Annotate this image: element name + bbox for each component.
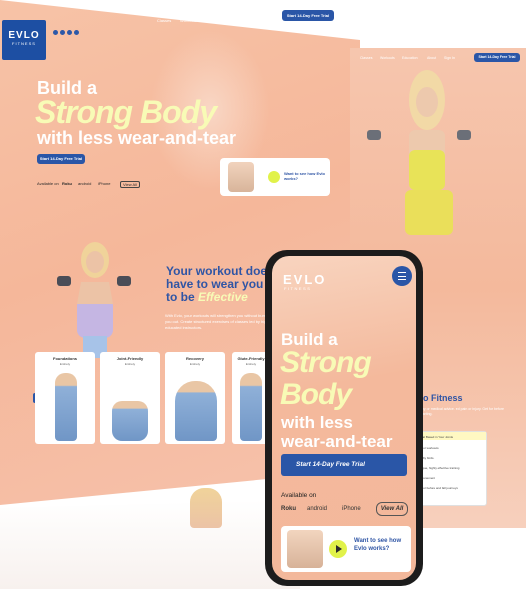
- class-card-recovery[interactable]: Recovery Entirety: [165, 352, 225, 444]
- youtube-icon[interactable]: [74, 30, 79, 35]
- video-card-text: Want to see how Evlo works?: [354, 538, 402, 552]
- logo-subtext: FITNESS: [12, 41, 36, 46]
- card-subtitle: Entirety: [59, 362, 71, 366]
- android-link[interactable]: android: [78, 181, 91, 186]
- card-title: Foundations: [53, 356, 77, 361]
- woman-dumbbells-image: [57, 242, 131, 358]
- panel-row: nique, highly effective training: [420, 466, 460, 470]
- card-subtitle: Entirety: [124, 362, 136, 366]
- desktop-footer-area: [0, 500, 300, 589]
- logo-text: EVLO: [8, 30, 40, 41]
- phone-logo[interactable]: EVLO: [283, 272, 326, 287]
- nav-about[interactable]: About: [231, 18, 241, 23]
- play-icon[interactable]: [329, 540, 347, 558]
- phone-hero-line3: with less wear-and-tear: [281, 413, 393, 451]
- phone-video-card[interactable]: Want to see how Evlo works?: [281, 526, 411, 572]
- android-link[interactable]: android: [307, 506, 327, 512]
- top-trial-button[interactable]: Start 14-Day Free Trial: [282, 10, 334, 21]
- class-card-foundations[interactable]: Foundations Entirety: [35, 352, 95, 444]
- view-all-link[interactable]: View All: [120, 181, 140, 188]
- desktop-logo[interactable]: EVLO FITNESS: [2, 20, 46, 60]
- nav-workouts[interactable]: Workouts: [180, 18, 197, 23]
- section2-paragraph: With Evlo, your workouts will strengthen…: [165, 313, 272, 330]
- iphone-link[interactable]: iPhone: [342, 506, 361, 512]
- facebook-icon[interactable]: [53, 30, 58, 35]
- phone-logo-subtext: FITNESS: [284, 286, 312, 291]
- hero-title-line3: with less wear-and-tear: [37, 128, 237, 148]
- instagram-icon[interactable]: [60, 30, 65, 35]
- video-thumbnail: [228, 162, 254, 192]
- card-image: [240, 373, 262, 441]
- card-title: Joint-Friendly: [116, 356, 144, 361]
- hamburger-menu-icon[interactable]: [392, 266, 412, 286]
- nav-classes[interactable]: Classes: [157, 18, 171, 23]
- card-subtitle: Entirety: [189, 362, 201, 366]
- card-title: Recovery: [185, 356, 204, 361]
- card-image: [175, 381, 217, 441]
- card-image: [55, 373, 77, 441]
- available-label: Available on: [37, 181, 59, 186]
- tablet-fitness-heading: o Fitness: [423, 393, 463, 403]
- panel-row: that Based in Your Joints: [420, 435, 454, 439]
- phone-available-label: Available on: [281, 492, 317, 499]
- video-card-text: Want to see how Evlo works?: [284, 171, 325, 181]
- woman-curl-image: [367, 70, 471, 235]
- phone-hero-line2: Strong Body: [280, 346, 372, 411]
- class-card-joint-friendly[interactable]: Joint-Friendly Entirety: [100, 352, 160, 444]
- tablet-fitness-paragraph: apy or medical advice. ed pain or injury…: [420, 407, 504, 416]
- iphone-link[interactable]: iPhone: [98, 181, 110, 186]
- twitter-icon[interactable]: [67, 30, 72, 35]
- tablet-trial-button[interactable]: Start 14-Day Free Trial: [474, 53, 520, 62]
- nav-corporate[interactable]: Corporate: [205, 18, 223, 23]
- nav-sign-in[interactable]: Sign In: [254, 18, 266, 23]
- phone-view-all-button[interactable]: View All: [376, 502, 408, 516]
- hero-title-line2: Strong Body: [35, 94, 217, 130]
- tablet-info-panel: that Based in Your Joints your workouts …: [415, 431, 487, 506]
- video-thumbnail: [287, 530, 323, 568]
- roku-link[interactable]: Roku: [62, 181, 72, 186]
- play-icon[interactable]: [268, 171, 280, 183]
- hero-trial-button[interactable]: Start 14-Day Free Trial: [37, 154, 85, 164]
- footer-portrait-image: [190, 488, 222, 528]
- card-image: [112, 401, 148, 441]
- panel-row: your before and fall journeys: [420, 486, 458, 490]
- roku-link[interactable]: Roku: [281, 506, 296, 512]
- desktop-video-card[interactable]: Want to see how Evlo works?: [220, 158, 330, 196]
- phone-trial-button[interactable]: Start 14-Day Free Trial: [281, 454, 407, 476]
